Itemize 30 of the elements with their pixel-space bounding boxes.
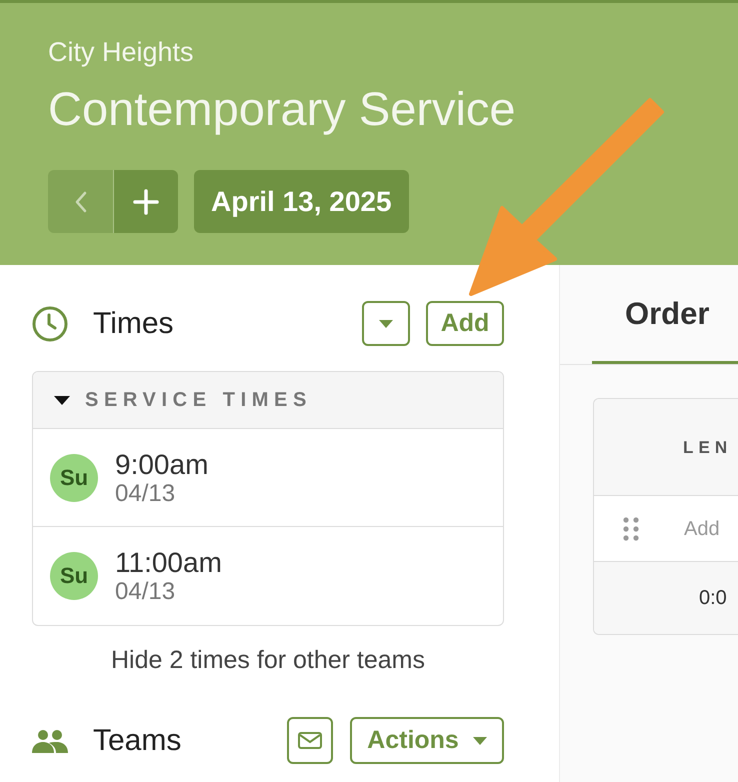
- total-length-text: 0:0: [699, 588, 727, 608]
- dropdown-button[interactable]: [362, 301, 410, 346]
- date-button[interactable]: April 13, 2025: [194, 170, 409, 233]
- date-text: 04/13: [115, 480, 176, 506]
- campus-name: City Heights: [48, 36, 194, 68]
- group-header-button[interactable]: SERVICE TIMES: [33, 372, 503, 429]
- mail-button[interactable]: [287, 717, 333, 764]
- caret-down-icon: [472, 736, 487, 744]
- people-icon: [32, 728, 68, 752]
- time-text: 11:00am: [115, 547, 222, 579]
- plus-icon: [133, 188, 159, 214]
- date-text: 04/13: [115, 579, 176, 605]
- section-title: Times: [93, 308, 174, 338]
- day-avatar: Su: [50, 454, 98, 502]
- column-header: LEN: [683, 438, 732, 456]
- hide-times-link[interactable]: Hide 2 times for other teams: [110, 645, 425, 675]
- section-title: Teams: [93, 726, 182, 756]
- chevron-left-icon: [74, 190, 86, 212]
- time-text: 9:00am: [115, 448, 208, 480]
- service-title: Contemporary Service: [48, 81, 516, 137]
- day-avatar: Su: [50, 552, 98, 600]
- tab[interactable]: Order: [592, 265, 738, 364]
- caret-down-icon: [379, 320, 393, 328]
- add-item-link[interactable]: Add: [684, 518, 720, 538]
- clock-icon: [32, 306, 68, 342]
- add-button[interactable]: Add: [426, 301, 504, 346]
- mail-icon: [298, 732, 322, 749]
- add-button[interactable]: [113, 170, 178, 233]
- actions-button[interactable]: Actions: [350, 717, 504, 764]
- drag-handle-icon: [623, 516, 639, 540]
